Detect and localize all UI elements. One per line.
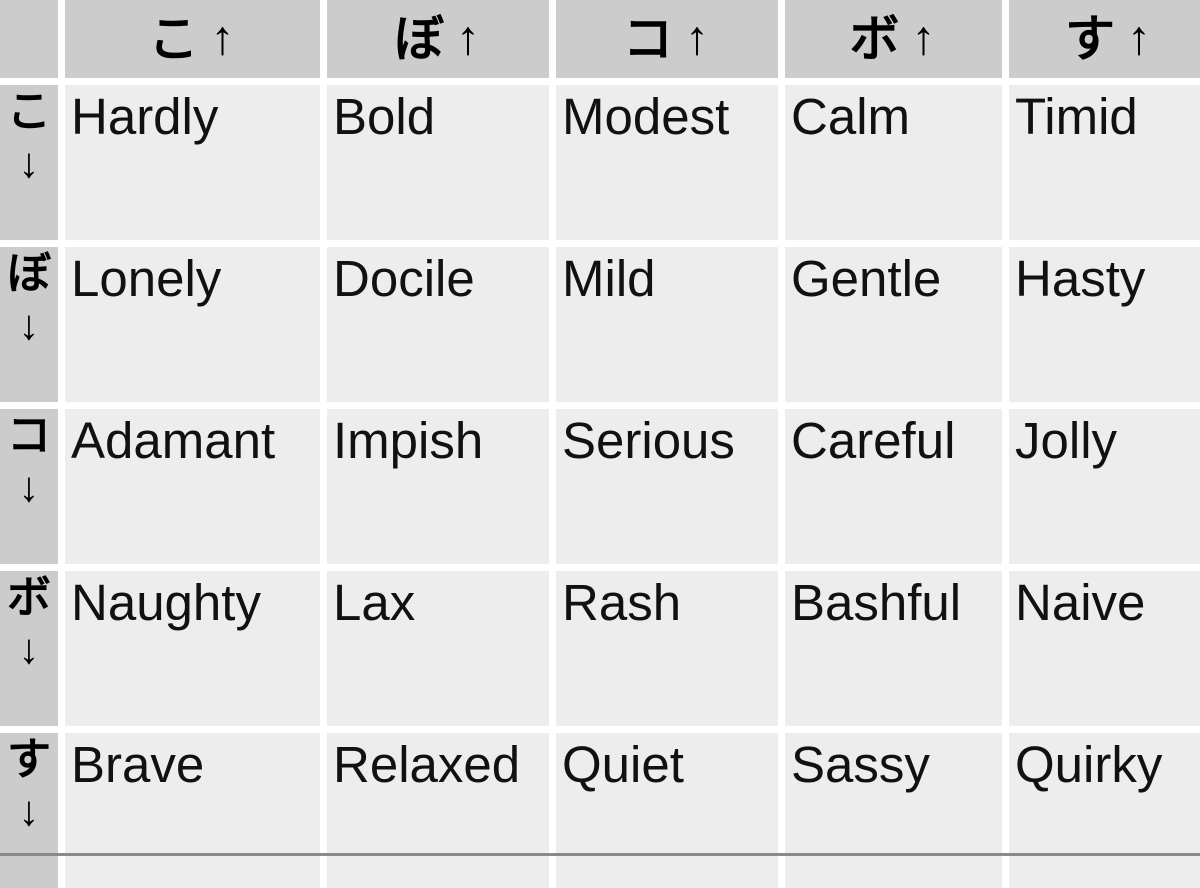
table-cell[interactable]: Modest xyxy=(556,85,778,240)
table-cell[interactable]: Impish xyxy=(327,409,549,564)
table-cell[interactable]: Timid xyxy=(1009,85,1200,240)
column-header-sp-defense-up[interactable]: ボ ↑ xyxy=(785,0,1002,78)
column-header-label: す xyxy=(1065,11,1117,67)
row-header-attack-down[interactable]: こ ↓ xyxy=(0,85,58,240)
table-cell[interactable]: Bashful xyxy=(785,571,1002,726)
table-cell[interactable]: Rash xyxy=(556,571,778,726)
table-cell[interactable]: Hasty xyxy=(1009,247,1200,402)
table-cell[interactable]: Hardly xyxy=(65,85,320,240)
table-cell[interactable]: Naive xyxy=(1009,571,1200,726)
table-cell[interactable]: Sassy xyxy=(785,733,1002,888)
table-cell[interactable]: Careful xyxy=(785,409,1002,564)
table-cell[interactable]: Gentle xyxy=(785,247,1002,402)
column-header-label: コ xyxy=(623,11,675,67)
arrow-up-icon: ↑ xyxy=(911,12,938,65)
arrow-up-icon: ↑ xyxy=(1127,12,1153,65)
row-header-label: こ xyxy=(7,87,51,136)
table-cell[interactable]: Bold xyxy=(327,85,549,240)
arrow-up-icon: ↑ xyxy=(210,12,237,65)
table-cell[interactable]: Docile xyxy=(327,247,549,402)
arrow-down-icon: ↓ xyxy=(18,463,40,511)
row-header-speed-down[interactable]: す ↓ xyxy=(0,733,58,888)
row-header-label: ぼ xyxy=(7,249,51,298)
table-cell[interactable]: Mild xyxy=(556,247,778,402)
column-header-label: こ xyxy=(148,11,201,67)
table-cell[interactable]: Lonely xyxy=(65,247,320,402)
column-header-label: ボ xyxy=(849,11,902,67)
arrow-down-icon: ↓ xyxy=(18,625,40,673)
column-header-attack-up[interactable]: こ ↑ xyxy=(65,0,320,78)
arrow-up-icon: ↑ xyxy=(456,12,482,65)
arrow-down-icon: ↓ xyxy=(18,139,40,187)
bottom-divider xyxy=(0,853,1200,856)
table-cell[interactable]: Serious xyxy=(556,409,778,564)
column-header-defense-up[interactable]: ぼ ↑ xyxy=(327,0,549,78)
row-header-label: ボ xyxy=(7,573,51,622)
arrow-down-icon: ↓ xyxy=(18,787,40,835)
table-grid: こ ↑ ぼ ↑ コ ↑ ボ ↑ す ↑ こ ↓ Hardly Bold Mode… xyxy=(0,0,1200,888)
column-header-label: ぼ xyxy=(394,11,446,67)
table-cell[interactable]: Jolly xyxy=(1009,409,1200,564)
table-cell[interactable]: Quiet xyxy=(556,733,778,888)
table-cell[interactable]: Calm xyxy=(785,85,1002,240)
row-header-sp-attack-down[interactable]: コ ↓ xyxy=(0,409,58,564)
nature-chart-table: こ ↑ ぼ ↑ コ ↑ ボ ↑ す ↑ こ ↓ Hardly Bold Mode… xyxy=(0,0,1200,888)
row-header-sp-defense-down[interactable]: ボ ↓ xyxy=(0,571,58,726)
row-header-label: コ xyxy=(7,411,51,460)
arrow-up-icon: ↑ xyxy=(685,12,711,65)
row-header-label: す xyxy=(7,735,51,784)
table-corner-cell xyxy=(0,0,58,78)
arrow-down-icon: ↓ xyxy=(18,301,40,349)
table-cell[interactable]: Brave xyxy=(65,733,320,888)
row-header-defense-down[interactable]: ぼ ↓ xyxy=(0,247,58,402)
column-header-speed-up[interactable]: す ↑ xyxy=(1009,0,1200,78)
table-cell[interactable]: Relaxed xyxy=(327,733,549,888)
table-cell[interactable]: Quirky xyxy=(1009,733,1200,888)
table-cell[interactable]: Adamant xyxy=(65,409,320,564)
table-cell[interactable]: Naughty xyxy=(65,571,320,726)
column-header-sp-attack-up[interactable]: コ ↑ xyxy=(556,0,778,78)
table-cell[interactable]: Lax xyxy=(327,571,549,726)
